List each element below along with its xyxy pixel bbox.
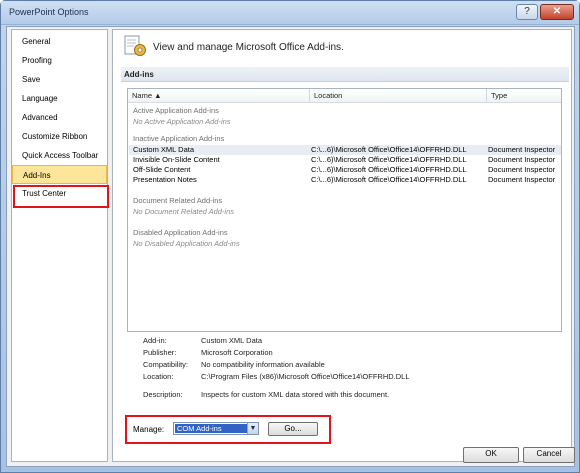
row-location: C:\...6)\Microsoft Office\Office14\OFFRH… [311, 165, 467, 174]
row-name: Custom XML Data [133, 145, 194, 154]
row-type: Document Inspector [488, 155, 556, 164]
sidebar-item-advanced[interactable]: Advanced [12, 108, 107, 127]
sidebar-item-save[interactable]: Save [12, 70, 107, 89]
sidebar-item-customize-ribbon[interactable]: Customize Ribbon [12, 127, 107, 146]
main-panel: View and manage Microsoft Office Add-ins… [112, 29, 572, 462]
group-note-active: No Active Application Add-ins [133, 117, 231, 126]
sidebar-item-proofing[interactable]: Proofing [12, 51, 107, 70]
sidebar-item-general[interactable]: General [12, 32, 107, 51]
detail-compat-value: No compatibility information available [201, 360, 325, 369]
sidebar-nav: General Proofing Save Language Advanced … [11, 29, 108, 462]
options-window: PowerPoint Options ? ✕ General Proofing … [0, 0, 580, 473]
ok-button[interactable]: OK [463, 447, 519, 463]
detail-location-label: Location: [143, 372, 174, 381]
window-title: PowerPoint Options [9, 7, 89, 17]
detail-addin-value: Custom XML Data [201, 336, 262, 345]
group-note-document: No Document Related Add-ins [133, 207, 235, 216]
row-name: Invisible On-Slide Content [133, 155, 220, 164]
group-title-document: Document Related Add-ins [133, 196, 223, 205]
row-name: Presentation Notes [133, 175, 197, 184]
row-location: C:\...6)\Microsoft Office\Office14\OFFRH… [311, 175, 467, 184]
table-row[interactable]: Off-Slide Content C:\...6)\Microsoft Off… [129, 165, 561, 175]
column-header-name[interactable]: Name ▲ [128, 89, 310, 103]
column-header-type[interactable]: Type [487, 89, 561, 103]
table-row[interactable]: Invisible On-Slide Content C:\...6)\Micr… [129, 155, 561, 165]
group-title-disabled: Disabled Application Add-ins [133, 228, 228, 237]
detail-description-value: Inspects for custom XML data stored with… [201, 390, 390, 399]
sidebar-item-language[interactable]: Language [12, 89, 107, 108]
help-button[interactable]: ? [516, 4, 538, 20]
detail-addin-label: Add-in: [143, 336, 167, 345]
manage-label: Manage: [133, 425, 165, 434]
sidebar-item-quick-access-toolbar[interactable]: Quick Access Toolbar [12, 146, 107, 165]
add-ins-gear-icon [124, 35, 146, 56]
chevron-down-icon[interactable]: ▼ [247, 423, 258, 434]
row-location: C:\...6)\Microsoft Office\Office14\OFFRH… [311, 155, 467, 164]
row-type: Document Inspector [488, 175, 556, 184]
row-type: Document Inspector [488, 145, 556, 154]
add-ins-list[interactable]: Name ▲ Location Type Active Application … [127, 88, 562, 332]
add-ins-highlight-box [13, 185, 109, 208]
row-location: C:\...6)\Microsoft Office\Office14\OFFRH… [311, 145, 467, 154]
manage-dropdown-value: COM Add-ins [175, 424, 247, 433]
detail-description-label: Description: [143, 390, 183, 399]
add-ins-section-header: Add-ins [121, 67, 569, 82]
close-button[interactable]: ✕ [540, 4, 574, 20]
group-note-disabled: No Disabled Application Add-ins [133, 239, 240, 248]
cancel-button[interactable]: Cancel [523, 447, 575, 463]
detail-location-value: C:\Program Files (x86)\Microsoft Office\… [201, 372, 410, 381]
sidebar-item-add-ins[interactable]: Add-Ins [12, 165, 107, 184]
table-row[interactable]: Custom XML Data C:\...6)\Microsoft Offic… [129, 145, 561, 155]
group-title-inactive: Inactive Application Add-ins [133, 134, 225, 143]
detail-compat-label: Compatibility: [143, 360, 189, 369]
detail-publisher-value: Microsoft Corporation [201, 348, 273, 357]
column-header-location[interactable]: Location [310, 89, 487, 103]
dialog-content: General Proofing Save Language Advanced … [6, 26, 575, 467]
row-type: Document Inspector [488, 165, 556, 174]
detail-publisher-label: Publisher: [143, 348, 177, 357]
manage-dropdown[interactable]: COM Add-ins ▼ [173, 422, 259, 435]
table-row[interactable]: Presentation Notes C:\...6)\Microsoft Of… [129, 175, 561, 185]
go-button[interactable]: Go... [268, 422, 318, 436]
group-title-active: Active Application Add-ins [133, 106, 219, 115]
page-title: View and manage Microsoft Office Add-ins… [153, 42, 344, 53]
row-name: Off-Slide Content [133, 165, 191, 174]
title-bar[interactable]: PowerPoint Options ? ✕ [1, 1, 579, 25]
